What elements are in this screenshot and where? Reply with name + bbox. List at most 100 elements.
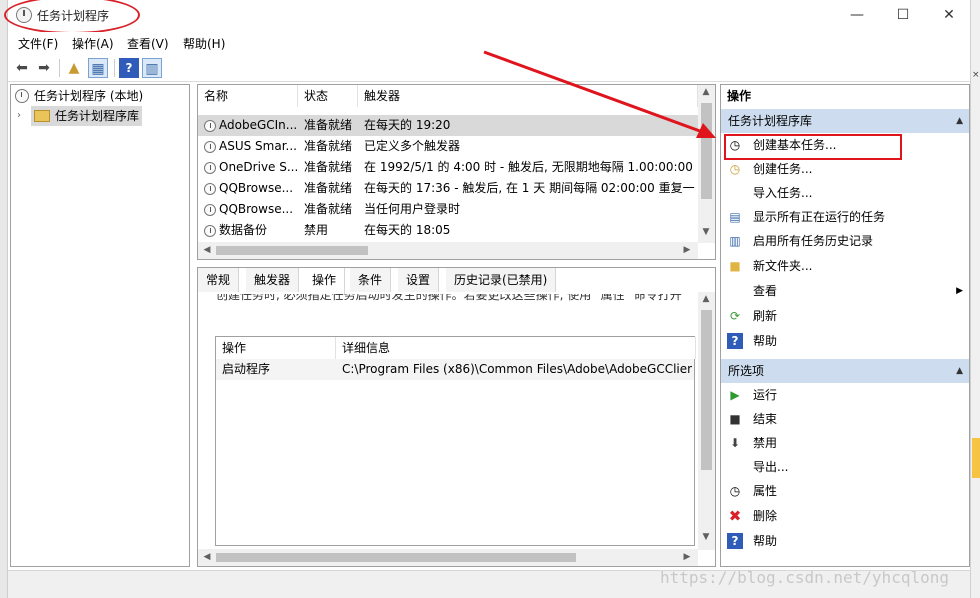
tab-general[interactable]: 常规 (198, 268, 240, 292)
menu-view[interactable]: 查看(V) (127, 35, 169, 52)
task-trigger: 在每天的 19:20 (364, 118, 451, 132)
action-label: 运行 (753, 388, 778, 402)
action-properties[interactable]: ◷ 属性 (725, 479, 969, 503)
action-import-task[interactable]: 导入任务... (725, 181, 969, 205)
column-header-status[interactable]: 状态 (298, 85, 358, 107)
scroll-down-icon[interactable]: ▼ (699, 532, 713, 542)
task-trigger: 当任何用户登录时 (364, 202, 461, 216)
help-icon: ? (727, 533, 743, 549)
tree-root-label: 任务计划程序 (本地) (34, 89, 144, 103)
task-row[interactable]: QQBrowse... 准备就绪 在每天的 17:36 - 触发后, 在 1 天… (198, 178, 698, 199)
action-label: 删除 (753, 509, 778, 523)
tree-item-root[interactable]: 任务计划程序 (本地) (15, 86, 143, 106)
collapse-icon[interactable]: ▲ (956, 359, 963, 383)
task-list-vertical-scrollbar[interactable]: ▲ ▼ (698, 85, 715, 243)
action-run[interactable]: ▶ 运行 (725, 383, 969, 407)
menu-help[interactable]: 帮助(H) (183, 35, 225, 52)
action-refresh[interactable]: ⟳ 刷新 (725, 304, 969, 328)
expand-chevron-icon[interactable]: › (17, 106, 21, 126)
task-clock-icon (204, 204, 216, 216)
tab-actions[interactable]: 操作 (304, 268, 346, 294)
task-row[interactable]: QQBrowse... 准备就绪 当任何用户登录时 (198, 199, 698, 220)
scroll-thumb[interactable] (216, 246, 368, 255)
back-arrow-icon[interactable]: ⬅ (12, 58, 32, 78)
scroll-down-icon[interactable]: ▼ (699, 227, 713, 237)
section-selected-header[interactable]: 所选项 ▲ (721, 359, 969, 383)
tab-settings[interactable]: 设置 (398, 268, 440, 292)
background-window-edge (0, 0, 8, 598)
action-label: 显示所有正在运行的任务 (753, 210, 886, 224)
task-trigger: 在每天的 17:36 - 触发后, 在 1 天 期间每隔 02:00:00 重复… (364, 181, 695, 195)
task-clock-icon (204, 141, 216, 153)
action-create-task[interactable]: ◷ 创建任务... (725, 157, 969, 181)
detail-vertical-scrollbar[interactable]: ▲ ▼ (698, 292, 715, 550)
action-label: 结束 (753, 412, 778, 426)
action-label: 禁用 (753, 436, 778, 450)
task-list-horizontal-scrollbar[interactable]: ◀ ▶ (198, 242, 698, 259)
action-label: 查看 (753, 284, 778, 298)
task-row[interactable]: ASUS Smar... 准备就绪 已定义多个触发器 (198, 136, 698, 157)
edge-warning-strip (972, 438, 980, 478)
section-library-header[interactable]: 任务计划程序库 ▲ (721, 109, 969, 133)
tab-conditions[interactable]: 条件 (350, 268, 392, 292)
history-icon: ▥ (729, 234, 741, 248)
action-type: 启动程序 (222, 362, 271, 376)
detail-horizontal-scrollbar[interactable]: ◀ ▶ (198, 549, 698, 566)
action-new-folder[interactable]: ■ 新文件夹... (725, 254, 969, 278)
task-row[interactable]: 数据备份 禁用 在每天的 18:05 (198, 220, 698, 241)
collapse-icon[interactable]: ▲ (956, 109, 963, 133)
task-clock-icon (204, 183, 216, 195)
scroll-thumb[interactable] (216, 553, 576, 562)
tree-item-library[interactable]: 任务计划程序库 (31, 106, 143, 126)
task-status: 准备就绪 (304, 118, 353, 132)
properties-clock-icon: ◷ (729, 484, 741, 498)
show-action-pane-icon[interactable]: ▥ (142, 58, 162, 78)
action-help[interactable]: ? 帮助 (725, 329, 969, 353)
column-header-action[interactable]: 操作 (216, 337, 336, 359)
action-export[interactable]: 导出... (725, 455, 969, 479)
menu-action[interactable]: 操作(A) (72, 35, 114, 52)
table-row[interactable]: 启动程序 C:\Program Files (x86)\Common Files… (216, 359, 694, 380)
task-name: QQBrowse... (219, 181, 294, 195)
scroll-left-icon[interactable]: ◀ (200, 245, 214, 255)
forward-arrow-icon[interactable]: ➡ (34, 58, 54, 78)
menu-file[interactable]: 文件(F) (18, 35, 58, 52)
scroll-right-icon[interactable]: ▶ (680, 245, 694, 255)
column-header-trigger[interactable]: 触发器 (358, 85, 698, 107)
action-disable[interactable]: ⬇ 禁用 (725, 431, 969, 455)
clock-icon (15, 89, 29, 103)
action-view[interactable]: 查看 ▶ (725, 279, 969, 303)
action-show-running-tasks[interactable]: ▤ 显示所有正在运行的任务 (725, 205, 969, 229)
scroll-up-icon[interactable]: ▲ (699, 294, 713, 304)
up-folder-icon[interactable]: ▲ (64, 58, 84, 78)
run-icon: ▶ (730, 388, 740, 402)
show-tree-icon[interactable]: ▦ (88, 58, 108, 78)
task-row[interactable]: AdobeGCIn... 准备就绪 在每天的 19:20 (198, 115, 698, 136)
action-help-selected[interactable]: ? 帮助 (725, 529, 969, 553)
close-button[interactable]: ✕ (926, 4, 972, 26)
column-header-name[interactable]: 名称 (198, 85, 298, 107)
tab-history[interactable]: 历史记录(已禁用) (446, 268, 557, 292)
scroll-left-icon[interactable]: ◀ (200, 552, 214, 562)
task-scheduler-window: 任务计划程序 — ☐ ✕ 文件(F) 操作(A) 查看(V) 帮助(H) ⬅ ➡… (4, 0, 972, 598)
task-row[interactable]: OneDrive S... 准备就绪 在 1992/5/1 的 4:00 时 -… (198, 157, 698, 178)
tab-triggers[interactable]: 触发器 (246, 268, 300, 292)
action-enable-history[interactable]: ▥ 启用所有任务历史记录 (725, 229, 969, 253)
task-trigger: 在每天的 18:05 (364, 223, 451, 237)
action-end[interactable]: ■ 结束 (725, 407, 969, 431)
maximize-button[interactable]: ☐ (880, 4, 926, 26)
minimize-button[interactable]: — (834, 4, 880, 26)
submenu-arrow-icon: ▶ (956, 286, 963, 296)
refresh-icon: ⟳ (729, 309, 741, 323)
new-task-icon: ◷ (729, 162, 741, 176)
task-clock-icon (204, 225, 216, 237)
column-header-details[interactable]: 详细信息 (336, 337, 696, 359)
edge-icon: × (972, 70, 980, 80)
action-delete[interactable]: ✖ 删除 (725, 504, 969, 528)
scroll-thumb[interactable] (701, 103, 712, 199)
scroll-up-icon[interactable]: ▲ (699, 87, 713, 97)
scroll-right-icon[interactable]: ▶ (680, 552, 694, 562)
scroll-thumb[interactable] (701, 310, 712, 470)
watermark: https://blog.csdn.net/yhcqlong (660, 568, 949, 587)
help-icon[interactable]: ? (119, 58, 139, 78)
